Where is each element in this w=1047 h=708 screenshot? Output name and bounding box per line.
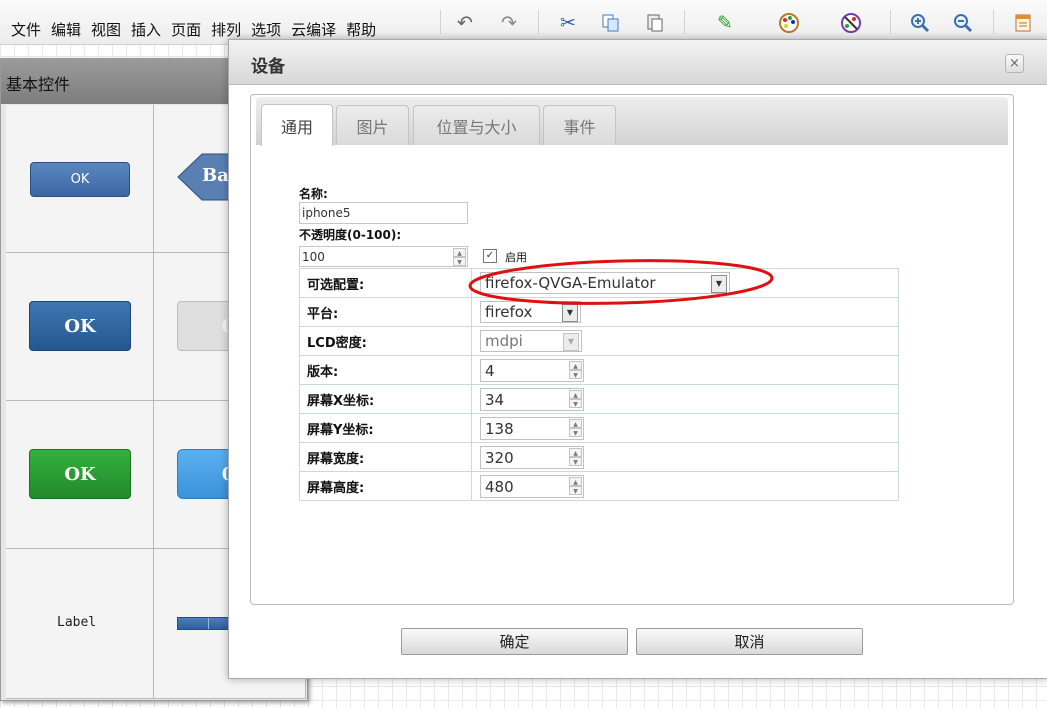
- menu-insert[interactable]: 插入: [131, 19, 161, 40]
- name-label: 名称:: [299, 187, 328, 201]
- screen-width-spinner[interactable]: 320 ▲ ▼: [480, 446, 584, 469]
- chevron-down-icon: ▼: [563, 333, 579, 351]
- toolbar-separator: [538, 10, 539, 34]
- menu-cloud-compile[interactable]: 云编译: [291, 19, 336, 40]
- menu-options[interactable]: 选项: [251, 19, 281, 40]
- lcd-density-select-value: mdpi: [485, 332, 523, 350]
- paste-icon[interactable]: [642, 10, 668, 36]
- highlight-ellipse: [468, 259, 774, 305]
- back-button-label: Ba: [202, 165, 229, 186]
- property-key: 屏幕高度:: [299, 471, 472, 501]
- palette-title: 基本控件: [6, 75, 71, 94]
- palette-cell-label[interactable]: Label: [6, 549, 154, 699]
- opacity-label: 不透明度(0-100):: [299, 228, 402, 242]
- tab-image[interactable]: 图片: [336, 105, 409, 145]
- toolbar-separator: [890, 10, 891, 34]
- dialog-title: 设备: [251, 57, 285, 77]
- paint-brush-icon[interactable]: [838, 10, 864, 36]
- property-row: 版本: 4 ▲ ▼: [299, 355, 899, 385]
- screen-height-spinner[interactable]: 480 ▲ ▼: [480, 475, 584, 498]
- palette-cell-green-ok-button[interactable]: OK: [6, 401, 154, 549]
- tab-events[interactable]: 事件: [543, 105, 616, 145]
- property-row: LCD密度: mdpi ▼: [299, 326, 899, 356]
- dialog-panel: 通用 图片 位置与大小 事件 名称: iphone5 不透明度(0-100): …: [250, 94, 1014, 605]
- screen-x-value: 34: [485, 391, 505, 409]
- notes-icon[interactable]: [1010, 10, 1036, 36]
- pen-icon[interactable]: ✎: [712, 10, 738, 36]
- property-value-cell: mdpi ▼: [471, 326, 899, 356]
- menu-edit[interactable]: 编辑: [51, 19, 81, 40]
- menu-arrange[interactable]: 排列: [211, 19, 241, 40]
- menu-list: 文件 编辑 视图 插入 页面 排列 选项 云编译 帮助: [6, 19, 381, 40]
- screen-width-value: 320: [485, 449, 514, 467]
- screen-y-spinner[interactable]: 138 ▲ ▼: [480, 417, 584, 440]
- toolbar-separator: [684, 10, 685, 34]
- screen-x-spinner[interactable]: 34 ▲ ▼: [480, 388, 584, 411]
- toolbar-separator: [993, 10, 994, 34]
- menu-page[interactable]: 页面: [171, 19, 201, 40]
- spin-buttons[interactable]: ▲ ▼: [569, 419, 582, 438]
- cut-icon[interactable]: ✂: [555, 10, 581, 36]
- property-value-cell: 138 ▲ ▼: [471, 413, 899, 443]
- spin-buttons[interactable]: ▲ ▼: [569, 390, 582, 409]
- screen-y-value: 138: [485, 420, 514, 438]
- property-key: LCD密度:: [299, 326, 472, 356]
- undo-icon[interactable]: ↶: [452, 10, 478, 36]
- menu-file[interactable]: 文件: [11, 19, 41, 40]
- property-row: 屏幕高度: 480 ▲ ▼: [299, 471, 899, 501]
- property-value-cell: 34 ▲ ▼: [471, 384, 899, 414]
- palette-cell-dark-ok-button[interactable]: OK: [6, 253, 154, 401]
- version-value: 4: [485, 362, 495, 380]
- screen-height-value: 480: [485, 478, 514, 496]
- dialog-titlebar[interactable]: 设备 ×: [229, 40, 1047, 85]
- ok-button[interactable]: 确定: [401, 628, 628, 655]
- green-ok-button-sample: OK: [29, 449, 131, 499]
- menu-view[interactable]: 视图: [91, 19, 121, 40]
- property-value-cell: 320 ▲ ▼: [471, 442, 899, 472]
- lcd-density-select: mdpi ▼: [480, 330, 582, 352]
- property-key: 可选配置:: [299, 268, 472, 298]
- color-palette-icon[interactable]: [776, 10, 802, 36]
- label-sample: Label: [57, 615, 97, 630]
- property-row: 屏幕Y坐标: 138 ▲ ▼: [299, 413, 899, 443]
- opacity-spinner[interactable]: 100 ▲ ▼: [299, 246, 468, 267]
- spin-buttons[interactable]: ▲ ▼: [569, 477, 582, 496]
- tab-strip: 通用 图片 位置与大小 事件: [256, 97, 1008, 146]
- property-key: 屏幕X坐标:: [299, 384, 472, 414]
- version-spinner[interactable]: 4 ▲ ▼: [480, 359, 584, 382]
- menu-help[interactable]: 帮助: [346, 19, 376, 40]
- palette-cell-ok-button[interactable]: OK: [6, 105, 154, 253]
- dark-ok-button-sample: OK: [29, 301, 131, 351]
- close-glyph: ×: [1009, 56, 1020, 71]
- toolbar-separator: [440, 10, 441, 34]
- close-icon[interactable]: ×: [1005, 54, 1024, 73]
- zoom-out-icon[interactable]: [950, 10, 976, 36]
- redo-icon[interactable]: ↷: [496, 10, 522, 36]
- tab-position-size[interactable]: 位置与大小: [413, 105, 540, 145]
- opacity-value: 100: [302, 250, 325, 264]
- name-input[interactable]: iphone5: [299, 202, 468, 224]
- zoom-in-icon[interactable]: [907, 10, 933, 36]
- spin-buttons[interactable]: ▲ ▼: [569, 361, 582, 380]
- property-key: 版本:: [299, 355, 472, 385]
- property-value-cell: 4 ▲ ▼: [471, 355, 899, 385]
- cancel-button[interactable]: 取消: [636, 628, 863, 655]
- property-row: 屏幕宽度: 320 ▲ ▼: [299, 442, 899, 472]
- ok-button-sample: OK: [30, 162, 130, 197]
- property-value-cell: 480 ▲ ▼: [471, 471, 899, 501]
- tab-general[interactable]: 通用: [261, 104, 333, 146]
- property-key: 屏幕Y坐标:: [299, 413, 472, 443]
- device-dialog: 设备 × 通用 图片 位置与大小 事件 名称: iphone5 不透明度(0-1…: [228, 39, 1047, 679]
- property-key: 屏幕宽度:: [299, 442, 472, 472]
- copy-icon[interactable]: [598, 10, 624, 36]
- spin-buttons[interactable]: ▲ ▼: [569, 448, 582, 467]
- property-key: 平台:: [299, 297, 472, 327]
- property-row: 屏幕X坐标: 34 ▲ ▼: [299, 384, 899, 414]
